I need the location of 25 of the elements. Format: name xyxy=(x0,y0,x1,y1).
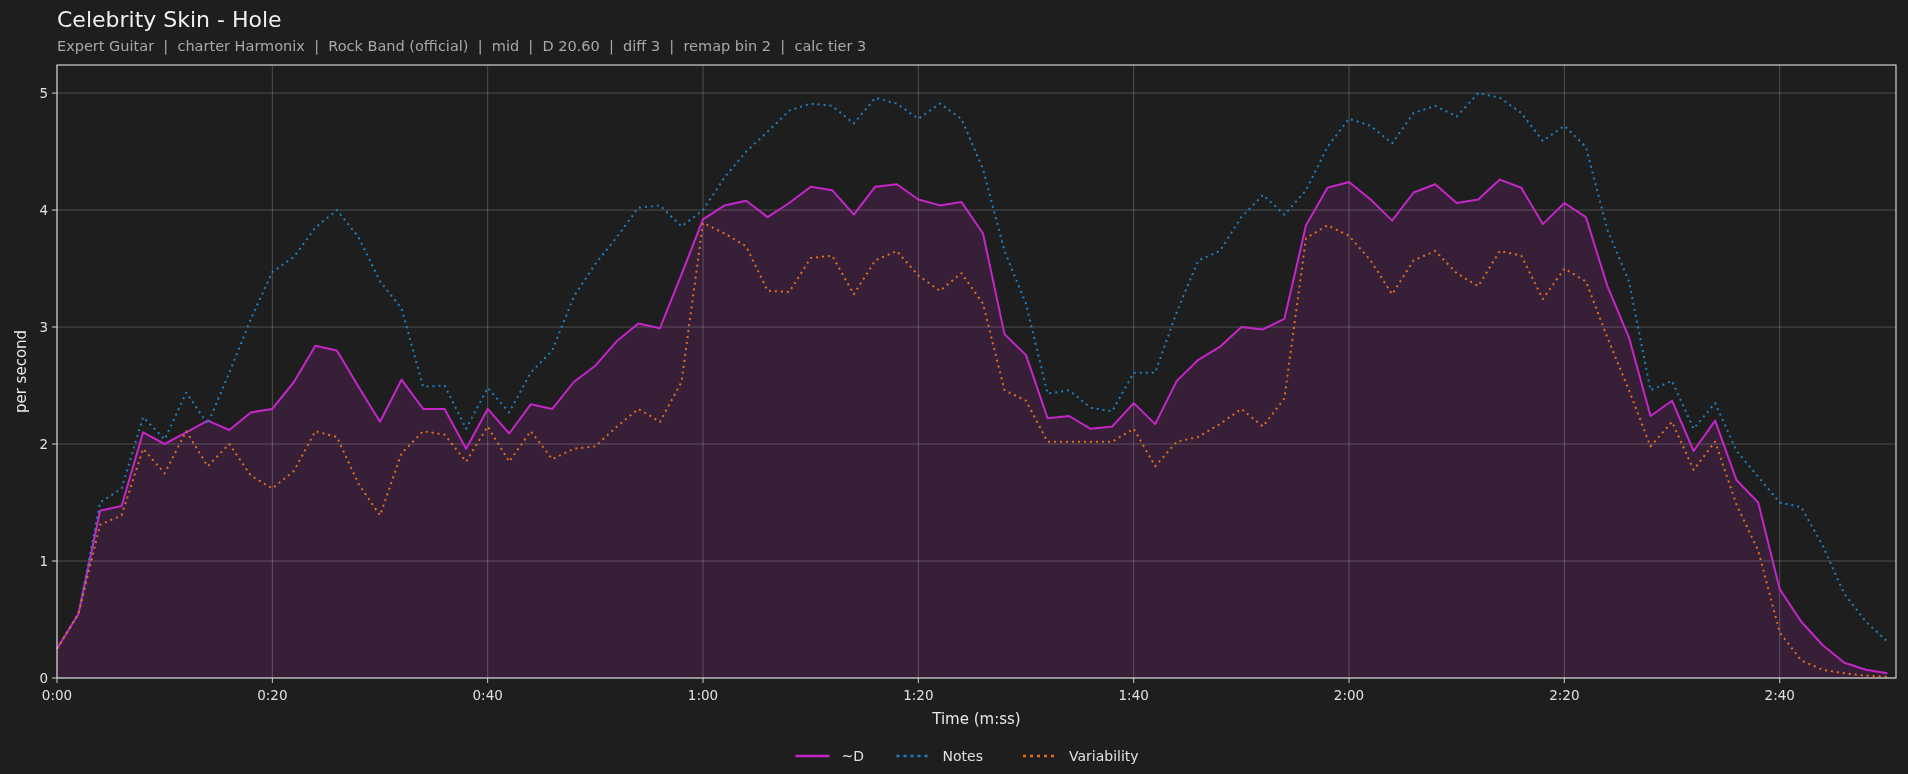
tick-label: 5 xyxy=(39,85,48,102)
tick-label: 0 xyxy=(39,670,48,686)
legend-label: ~D xyxy=(841,748,864,764)
tick-label: 1:20 xyxy=(903,687,934,703)
tick-label: 2:40 xyxy=(1764,687,1795,703)
axis-title: per second xyxy=(12,329,30,414)
tick-label: 2:20 xyxy=(1549,687,1580,703)
tick-label: 4 xyxy=(39,202,48,219)
tick-label: 2 xyxy=(39,436,48,453)
legend-label: Variability xyxy=(1069,748,1139,764)
tick-label: 1 xyxy=(39,553,48,569)
legend-line-icon xyxy=(1023,754,1057,758)
tick-label: 2:00 xyxy=(1333,687,1365,703)
tick-label: 3 xyxy=(39,319,48,336)
legend-line-icon xyxy=(896,754,931,758)
tick-label: 0:20 xyxy=(257,687,288,703)
axis-title: Time (m:ss) xyxy=(932,710,1021,728)
tick-label: 0:40 xyxy=(472,687,503,703)
legend-line-icon xyxy=(795,754,830,758)
tick-label: 1:00 xyxy=(687,687,719,703)
tick-label: 1:40 xyxy=(1118,687,1149,703)
chart-title: Celebrity Skin - Hole xyxy=(57,6,282,34)
chart-subtitle: Expert Guitar | charter Harmonix | Rock Band (official) | mid | D 20.60 | diff 3 | remap bin 2 | calc tier 3 xyxy=(57,37,867,56)
tick-label: 0:00 xyxy=(41,687,73,703)
legend-label: Notes xyxy=(942,748,983,764)
